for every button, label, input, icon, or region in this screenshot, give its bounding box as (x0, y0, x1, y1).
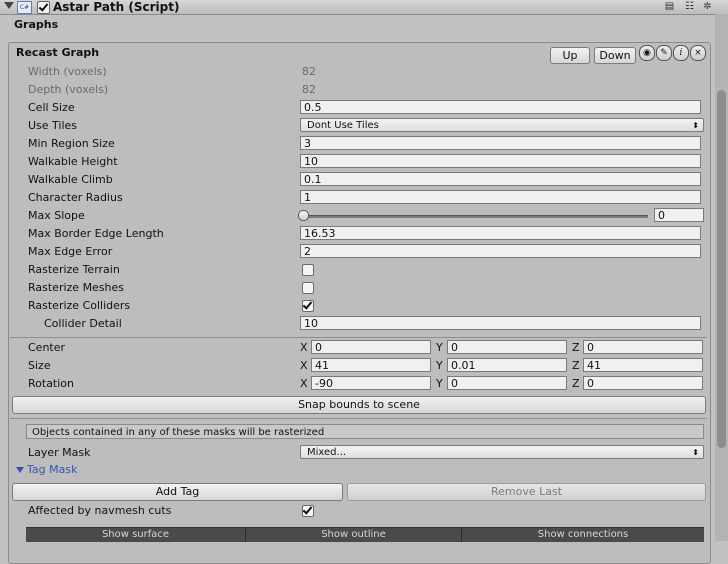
add-tag-button[interactable]: Add Tag (12, 483, 343, 501)
rasterize-meshes-checkbox[interactable] (302, 282, 314, 294)
size-z-axis-label: Z (572, 359, 580, 372)
size-y-axis-label: Y (436, 359, 443, 372)
size-y-field[interactable]: 0.01 (447, 358, 567, 372)
rasterize-terrain-label: Rasterize Terrain (28, 263, 120, 276)
settings-sliders-icon[interactable]: ☷ (684, 1, 695, 12)
show-surface-toggle[interactable]: Show surface (26, 528, 246, 542)
graphs-section-title: Graphs (14, 18, 59, 31)
center-label: Center (28, 341, 66, 354)
section-divider (10, 418, 707, 419)
center-y-field[interactable]: 0 (447, 340, 567, 354)
rotation-x-field[interactable]: -90 (311, 376, 431, 390)
snap-bounds-button[interactable]: Snap bounds to scene (12, 396, 706, 414)
size-z-field[interactable]: 41 (583, 358, 703, 372)
size-label: Size (28, 359, 51, 372)
width-voxels-label: Width (voxels) (28, 65, 107, 78)
eye-icon[interactable]: ◉ (639, 45, 655, 61)
min-region-size-label: Min Region Size (28, 137, 115, 150)
rotation-z-field[interactable]: 0 (583, 376, 703, 390)
graph-title: Recast Graph (16, 46, 100, 59)
foldout-arrow-icon[interactable] (4, 2, 14, 9)
rotation-label: Rotation (28, 377, 75, 390)
cell-size-field[interactable]: 0.5 (300, 100, 701, 114)
use-tiles-value: Dont Use Tiles (307, 120, 379, 131)
max-edge-error-field[interactable]: 2 (300, 244, 701, 258)
script-icon: C# (17, 1, 32, 14)
close-icon[interactable]: × (690, 45, 706, 61)
max-slope-label: Max Slope (28, 209, 85, 222)
pencil-icon[interactable]: ✎ (656, 45, 672, 61)
tag-mask-label: Tag Mask (27, 463, 78, 476)
layer-mask-value: Mixed... (307, 447, 347, 458)
min-region-size-field[interactable]: 3 (300, 136, 701, 150)
rasterize-meshes-label: Rasterize Meshes (28, 281, 125, 294)
width-voxels-value: 82 (302, 65, 316, 78)
debug-toggle-bar: Show surface Show outline Show connectio… (26, 527, 704, 542)
walkable-climb-field[interactable]: 0.1 (300, 172, 701, 186)
move-up-button[interactable]: Up (550, 47, 590, 64)
rasterize-colliders-label: Rasterize Colliders (28, 299, 131, 312)
move-down-button[interactable]: Down (594, 47, 636, 64)
rotation-y-axis-label: Y (436, 377, 443, 390)
size-x-axis-label: X (300, 359, 308, 372)
dropdown-arrows-icon: ⬍ (692, 121, 699, 130)
rasterize-help-box: Objects contained in any of these masks … (26, 424, 704, 439)
depth-voxels-label: Depth (voxels) (28, 83, 109, 96)
size-x-field[interactable]: 41 (311, 358, 431, 372)
info-icon[interactable]: i (673, 45, 689, 61)
max-slope-slider-handle[interactable] (298, 210, 309, 221)
foldout-arrow-icon (16, 467, 24, 473)
center-z-field[interactable]: 0 (583, 340, 703, 354)
rotation-z-axis-label: Z (572, 377, 580, 390)
component-title: Astar Path (Script) (53, 0, 180, 14)
max-border-edge-length-field[interactable]: 16.53 (300, 226, 701, 240)
vertical-scrollbar[interactable] (715, 14, 728, 541)
rasterize-terrain-checkbox[interactable] (302, 264, 314, 276)
scrollbar-thumb[interactable] (717, 90, 726, 448)
remove-last-button[interactable]: Remove Last (347, 483, 706, 501)
component-enabled-checkbox[interactable] (37, 1, 50, 14)
center-x-axis-label: X (300, 341, 308, 354)
tag-mask-foldout[interactable]: Tag Mask (16, 463, 77, 477)
gear-icon[interactable]: ✲ (702, 1, 713, 12)
character-radius-label: Character Radius (28, 191, 123, 204)
affected-by-navmesh-cuts-checkbox[interactable] (302, 505, 314, 517)
use-tiles-label: Use Tiles (28, 119, 78, 132)
character-radius-field[interactable]: 1 (300, 190, 701, 204)
max-border-edge-length-label: Max Border Edge Length (28, 227, 164, 240)
affected-by-navmesh-cuts-label: Affected by navmesh cuts (28, 504, 172, 517)
cell-size-label: Cell Size (28, 101, 75, 114)
collider-detail-label: Collider Detail (44, 317, 122, 330)
max-slope-slider-track[interactable] (302, 215, 648, 218)
book-icon[interactable]: ▤ (664, 1, 675, 12)
center-y-axis-label: Y (436, 341, 443, 354)
rotation-y-field[interactable]: 0 (447, 376, 567, 390)
layer-mask-label: Layer Mask (28, 446, 91, 459)
layer-mask-dropdown[interactable]: Mixed... ⬍ (300, 445, 704, 459)
walkable-height-label: Walkable Height (28, 155, 118, 168)
walkable-climb-label: Walkable Climb (28, 173, 113, 186)
center-z-axis-label: Z (572, 341, 580, 354)
show-connections-toggle[interactable]: Show connections (462, 528, 704, 542)
rasterize-colliders-checkbox[interactable] (302, 300, 314, 312)
show-outline-toggle[interactable]: Show outline (246, 528, 462, 542)
component-header: C# Astar Path (Script) ▤ ☷ ✲ (0, 0, 728, 15)
collider-detail-field[interactable]: 10 (300, 316, 701, 330)
rotation-x-axis-label: X (300, 377, 308, 390)
dropdown-arrows-icon: ⬍ (692, 448, 699, 457)
section-divider (10, 337, 707, 338)
center-x-field[interactable]: 0 (311, 340, 431, 354)
walkable-height-field[interactable]: 10 (300, 154, 701, 168)
max-slope-field[interactable]: 0 (654, 208, 704, 222)
use-tiles-dropdown[interactable]: Dont Use Tiles ⬍ (300, 118, 704, 132)
depth-voxels-value: 82 (302, 83, 316, 96)
max-edge-error-label: Max Edge Error (28, 245, 113, 258)
